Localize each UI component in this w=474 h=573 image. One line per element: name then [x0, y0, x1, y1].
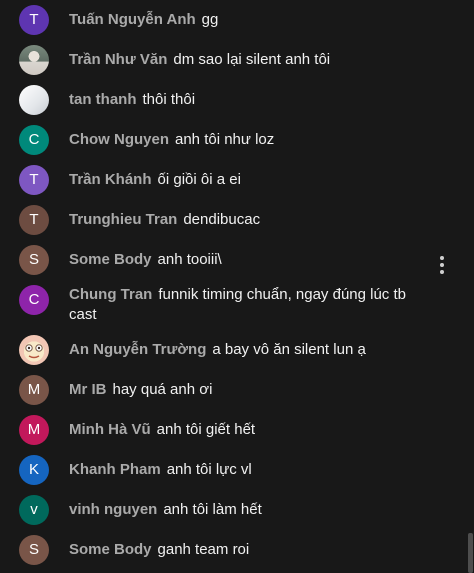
- avatar[interactable]: S: [19, 245, 49, 275]
- author-name[interactable]: Trần Như Văn: [69, 51, 167, 68]
- avatar[interactable]: T: [19, 205, 49, 235]
- message-body: tan thanh thôi thôi: [69, 90, 460, 110]
- avatar[interactable]: [19, 45, 49, 75]
- message-body: Chow Nguyen anh tôi như loz: [69, 130, 460, 150]
- message-body: Trunghieu Tran dendibucac: [69, 210, 460, 230]
- avatar[interactable]: T: [19, 165, 49, 195]
- author-name[interactable]: Some Body: [69, 541, 152, 558]
- avatar[interactable]: M: [19, 375, 49, 405]
- avatar[interactable]: S: [19, 535, 49, 565]
- author-name[interactable]: Mr IB: [69, 381, 107, 398]
- avatar[interactable]: C: [19, 125, 49, 155]
- message-body: Tuấn Nguyễn Anh gg: [69, 10, 460, 30]
- avatar[interactable]: [19, 85, 49, 115]
- message-body: Some Body anh tooiii\: [69, 250, 460, 270]
- author-name[interactable]: Khanh Pham: [69, 461, 161, 478]
- live-chat-panel: T Tuấn Nguyễn Anh gg Trần Như Văn dm sao l…: [0, 0, 474, 573]
- message-body: Khanh Pham anh tôi lực vl: [69, 460, 460, 480]
- author-name[interactable]: Tuấn Nguyễn Anh: [69, 11, 196, 28]
- author-name[interactable]: Minh Hà Vũ: [69, 421, 151, 438]
- message-body: vinh nguyen anh tôi làm hết: [69, 500, 460, 520]
- message-text: thôi thôi: [142, 91, 196, 108]
- message-body: Trần Như Văn dm sao lại silent anh tôi: [69, 50, 460, 70]
- menu-dot: [440, 256, 444, 260]
- avatar[interactable]: v: [19, 495, 49, 525]
- message-text: dendibucac: [183, 211, 261, 228]
- message-text: hay quá anh ơi: [112, 381, 213, 398]
- message-body: Some Body ganh team roi: [69, 540, 460, 560]
- author-name[interactable]: vinh nguyen: [69, 501, 157, 518]
- message-text: a bay vô ăn silent lun ạ: [212, 341, 366, 358]
- avatar[interactable]: [19, 335, 49, 365]
- author-name[interactable]: Trunghieu Tran: [69, 211, 177, 228]
- message-text: ganh team roi: [157, 541, 250, 558]
- message-text: ối giồi ôi a ei: [157, 171, 241, 188]
- message-text: anh tôi làm hết: [163, 501, 262, 518]
- message-text: anh tooiii\: [157, 251, 222, 268]
- message-text: dm sao lại silent anh tôi: [173, 51, 331, 68]
- avatar[interactable]: T: [19, 5, 49, 35]
- message-body: An Nguyễn Trường a bay vô ăn silent lun ạ: [69, 340, 460, 360]
- emoji-face-icon: [25, 344, 43, 359]
- message-text: gg: [201, 11, 219, 28]
- message-text: anh tôi giết hết: [156, 421, 256, 438]
- author-name[interactable]: Chung Tran: [69, 286, 152, 303]
- author-name[interactable]: An Nguyễn Trường: [69, 341, 206, 358]
- menu-dot: [440, 270, 444, 274]
- message-body: Chung Tran funnik timing chuẩn, ngay đúng…: [69, 285, 430, 325]
- message-text: anh tôi như loz: [175, 131, 275, 148]
- avatar[interactable]: K: [19, 455, 49, 485]
- message-text: anh tôi lực vl: [166, 461, 252, 478]
- author-name[interactable]: tan thanh: [69, 91, 137, 108]
- scrollbar-thumb[interactable]: [468, 533, 473, 573]
- avatar[interactable]: C: [19, 285, 49, 315]
- author-name[interactable]: Some Body: [69, 251, 152, 268]
- author-name[interactable]: Chow Nguyen: [69, 131, 169, 148]
- author-name[interactable]: Trần Khánh: [69, 171, 152, 188]
- menu-dot: [440, 263, 444, 267]
- message-body: Minh Hà Vũ anh tôi giết hết: [69, 420, 460, 440]
- message-body: Mr IB hay quá anh ơi: [69, 380, 460, 400]
- avatar[interactable]: M: [19, 415, 49, 445]
- more-vert-icon[interactable]: [436, 254, 448, 276]
- message-body: Trần Khánh ối giồi ôi a ei: [69, 170, 460, 190]
